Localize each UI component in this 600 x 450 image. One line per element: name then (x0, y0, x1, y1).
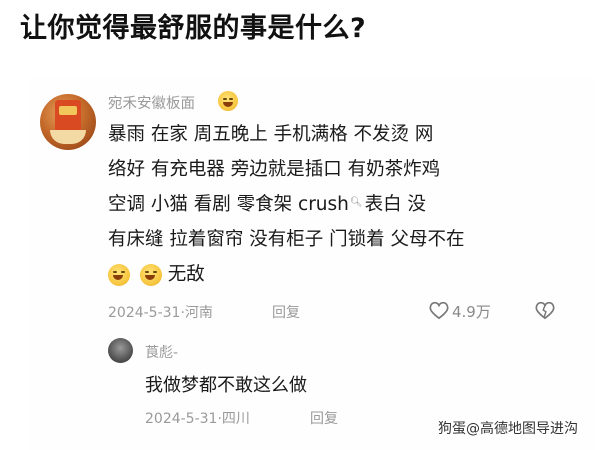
commenter-avatar[interactable] (40, 94, 96, 150)
laughing-emoji-icon (139, 264, 162, 286)
dislike-broken-heart-icon[interactable] (534, 300, 556, 320)
like-heart-icon[interactable] (428, 300, 450, 320)
comment-date-location: 2024-5-31·河南 (108, 305, 213, 321)
comment-text: 表白 没 (364, 194, 426, 215)
comment-line: 络好 有充电器 旁边就是插口 有奶茶炸鸡 (108, 159, 441, 180)
comment-line: 暴雨 在家 周五晚上 手机满格 不发烫 网 (108, 124, 434, 145)
comment-text: 无敌 (167, 264, 205, 285)
reply-avatar[interactable] (108, 338, 133, 363)
comment-card: 宛禾安徽板面 暴雨 在家 周五晚上 手机满格 不发烫 网 络好 有充电器 旁边就… (28, 78, 594, 450)
commenter-username[interactable]: 宛禾安徽板面 (108, 92, 195, 113)
laughing-emoji-icon (108, 264, 130, 286)
comment-line: 有床缝 拉着窗帘 没有柜子 门锁着 父母不在 (108, 229, 465, 250)
reply-button[interactable]: 回复 (272, 302, 300, 322)
reply-date-location: 2024-5-31·四川 (145, 411, 250, 427)
page-title: 让你觉得最舒服的事是什么? (20, 13, 367, 44)
grin-emoji-icon (218, 91, 238, 111)
reply-username[interactable]: 莨彪- (145, 342, 178, 362)
comment-line: 无敌 (108, 262, 205, 288)
reply-text: 我做梦都不敢这么做 (145, 375, 307, 396)
reply-reply-button[interactable]: 回复 (310, 408, 338, 428)
search-icon[interactable]: 🔍︎ (350, 190, 363, 216)
comment-text: 空调 小猫 看剧 零食架 crush (108, 194, 349, 215)
watermark: 狗蛋@高德地图导进沟 (438, 421, 578, 437)
comment-line: 空调 小猫 看剧 零食架 crush🔍︎ 表白 没 (108, 192, 426, 218)
like-count: 4.9万 (452, 303, 491, 321)
